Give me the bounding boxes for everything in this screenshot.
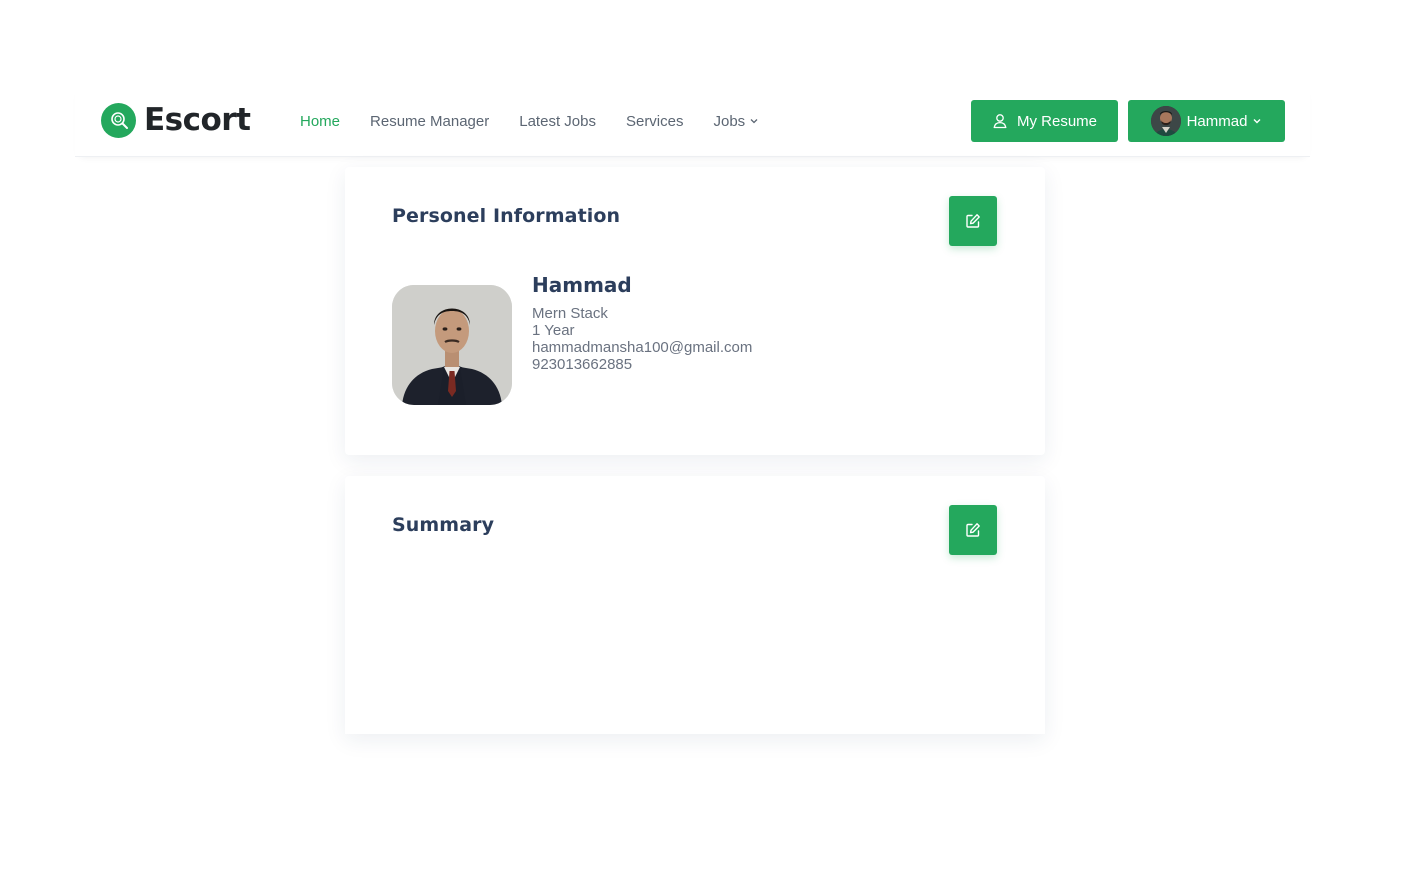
summary-title: Summary xyxy=(392,514,495,536)
avatar xyxy=(1150,106,1181,136)
brand-name: Escort xyxy=(144,102,251,138)
personal-info-card: Personel Information Hammad Mern Stack 1… xyxy=(345,167,1045,455)
personal-info-title: Personel Information xyxy=(392,205,621,227)
user-icon xyxy=(992,113,1008,129)
user-menu-name: Hammad xyxy=(1186,112,1248,130)
nav-item-jobs-label: Jobs xyxy=(713,112,746,130)
top-navbar: Escort Home Resume Manager Latest Jobs S… xyxy=(75,85,1310,157)
edit-personal-info-button[interactable] xyxy=(949,196,997,246)
profile-photo xyxy=(392,285,512,405)
profile-email: hammadmansha100@gmail.com xyxy=(532,339,753,356)
edit-icon xyxy=(965,522,981,538)
chevron-down-icon xyxy=(749,116,759,126)
search-pin-icon xyxy=(101,102,136,138)
nav-item-home[interactable]: Home xyxy=(300,113,340,130)
my-resume-button[interactable]: My Resume xyxy=(971,100,1118,142)
profile-role: Mern Stack xyxy=(532,305,608,322)
nav-item-latest-jobs[interactable]: Latest Jobs xyxy=(519,113,596,130)
main-nav: Home Resume Manager Latest Jobs Services… xyxy=(300,85,789,157)
profile-name: Hammad xyxy=(532,273,632,297)
profile-details: Hammad Mern Stack 1 Year hammadmansha100… xyxy=(532,273,752,373)
nav-item-services[interactable]: Services xyxy=(626,113,684,130)
profile-experience: 1 Year xyxy=(532,322,575,339)
edit-icon xyxy=(965,213,981,229)
nav-item-jobs[interactable]: Jobs xyxy=(714,113,760,130)
profile-phone: 923013662885 xyxy=(532,356,633,373)
edit-summary-button[interactable] xyxy=(949,505,997,555)
nav-item-resume-manager[interactable]: Resume Manager xyxy=(370,113,489,130)
my-resume-label: My Resume xyxy=(1016,112,1098,130)
user-menu-button[interactable]: Hammad xyxy=(1128,100,1285,142)
brand-logo[interactable]: Escort xyxy=(101,101,251,139)
summary-card: Summary xyxy=(345,476,1045,734)
chevron-down-icon xyxy=(1252,116,1262,126)
